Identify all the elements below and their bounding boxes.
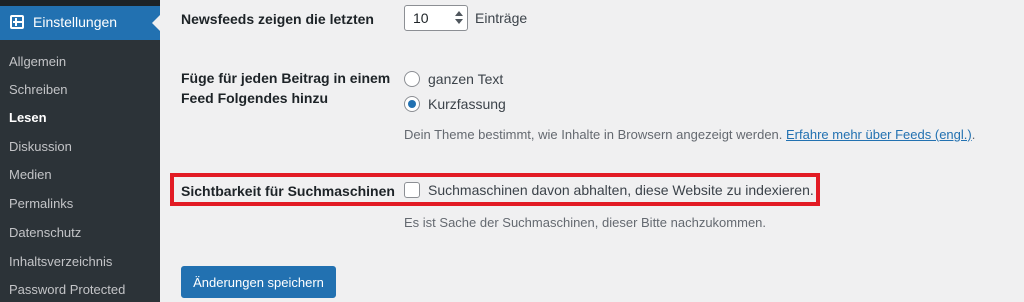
submenu-item-permalinks[interactable]: Permalinks [9, 196, 73, 211]
feed-content-label-line1: Füge für jeden Beitrag in einem [181, 70, 391, 86]
radio-excerpt[interactable] [404, 96, 420, 112]
submenu-item-schreiben[interactable]: Schreiben [9, 82, 68, 97]
spinner-down-icon[interactable] [455, 19, 463, 24]
radio-full-text-label[interactable]: ganzen Text [428, 71, 503, 87]
spinner-icon[interactable] [455, 9, 463, 27]
submenu-item-allgemein[interactable]: Allgemein [9, 54, 66, 69]
submenu-item-password-protected[interactable]: Password Protected [9, 282, 125, 297]
radio-full-text[interactable] [404, 71, 420, 87]
feed-count-input[interactable]: 10 [404, 5, 468, 31]
feed-content-description-text: Dein Theme bestimmt, wie Inhalte in Brow… [404, 127, 783, 142]
admin-sidebar: Einstellungen Allgemein Schreiben Lesen … [0, 0, 160, 302]
link-suffix: . [971, 127, 976, 142]
feed-count-unit: Einträge [475, 10, 528, 26]
settings-submenu: Allgemein Schreiben Lesen Diskussion Med… [0, 40, 160, 302]
feed-content-label-line2: Feed Folgendes hinzu [181, 90, 329, 106]
search-visibility-description: Es ist Sache der Suchmaschinen, dieser B… [404, 215, 767, 230]
learn-more-feeds-link[interactable]: Erfahre mehr über Feeds (engl.) [786, 127, 972, 142]
save-changes-button[interactable]: Änderungen speichern [181, 266, 336, 298]
radio-excerpt-label[interactable]: Kurzfassung [428, 96, 506, 112]
submenu-item-lesen[interactable]: Lesen [9, 110, 47, 125]
feed-content-description: Dein Theme bestimmt, wie Inhalte in Brow… [404, 127, 975, 142]
sidebar-item-label: Einstellungen [33, 14, 118, 30]
sidebar-item-einstellungen[interactable]: Einstellungen [0, 6, 160, 40]
spinner-up-icon[interactable] [455, 11, 463, 16]
discourage-search-label[interactable]: Suchmaschinen davon abhalten, diese Webs… [428, 182, 814, 198]
discourage-search-checkbox[interactable] [404, 182, 420, 198]
feed-count-value: 10 [413, 10, 429, 26]
feed-count-label: Newsfeeds zeigen die letzten [181, 11, 374, 27]
settings-icon [10, 15, 24, 29]
submenu-item-inhaltsverzeichnis[interactable]: Inhaltsverzeichnis [9, 254, 112, 269]
submenu-item-datenschutz[interactable]: Datenschutz [9, 225, 81, 240]
submenu-item-medien[interactable]: Medien [9, 167, 52, 182]
submenu-item-diskussion[interactable]: Diskussion [9, 139, 72, 154]
search-visibility-label: Sichtbarkeit für Suchmaschinen [181, 183, 395, 199]
